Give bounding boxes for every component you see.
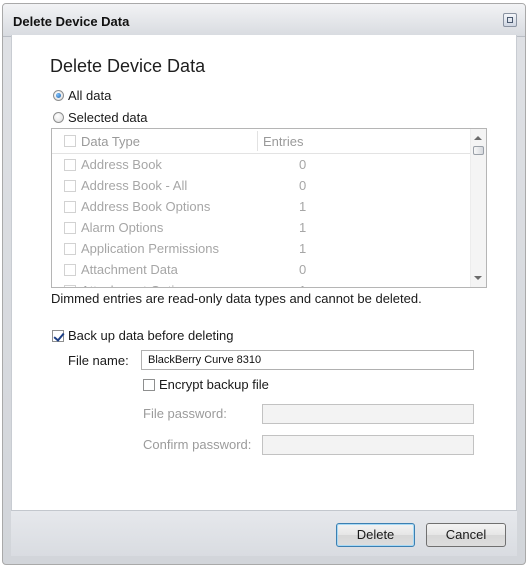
encrypt-checkbox-label: Encrypt backup file	[159, 377, 269, 392]
scroll-down-icon[interactable]	[474, 276, 482, 280]
entries-count: 0	[299, 157, 307, 172]
row-checkbox	[64, 243, 76, 255]
window-title: Delete Device Data	[13, 14, 130, 29]
column-divider	[257, 131, 258, 151]
data-type-name: Address Book Options	[81, 199, 211, 214]
data-type-name: Address Book - All	[81, 178, 188, 193]
list-header: Data Type Entries	[52, 129, 472, 154]
all-data-label: All data	[68, 88, 112, 103]
list-item: Alarm Options 1	[52, 218, 472, 239]
data-type-name: Address Book	[81, 157, 162, 172]
list-scrollbar[interactable]	[470, 129, 486, 287]
file-name-field[interactable]: BlackBerry Curve 8310	[141, 350, 474, 370]
entries-count: 1	[299, 199, 307, 214]
data-type-name: Alarm Options	[81, 220, 164, 235]
file-password-field[interactable]	[262, 404, 474, 424]
row-checkbox	[64, 201, 76, 213]
confirm-password-label: Confirm password:	[143, 437, 252, 452]
list-item: Application Permissions 1	[52, 239, 472, 260]
list-item: Attachment Options 1	[52, 281, 472, 287]
all-data-radio[interactable]: All data	[53, 88, 111, 103]
radio-unselected-icon[interactable]	[53, 112, 64, 123]
list-item: Address Book - All 0	[52, 176, 472, 197]
file-password-label: File password:	[143, 406, 227, 421]
entries-count: 1	[299, 220, 307, 235]
entries-count: 1	[299, 283, 306, 287]
delete-button[interactable]: Delete	[336, 523, 415, 547]
row-checkbox	[64, 285, 76, 287]
column-header-entries[interactable]: Entries	[263, 134, 303, 149]
checkbox-checked-icon[interactable]	[52, 329, 64, 342]
confirm-password-field[interactable]	[262, 435, 474, 455]
cancel-button[interactable]: Cancel	[426, 523, 506, 547]
file-name-label: File name:	[68, 353, 129, 368]
entries-count: 0	[299, 262, 307, 277]
column-header-data-type[interactable]: Data Type	[81, 134, 140, 149]
selected-data-radio[interactable]: Selected data	[53, 110, 148, 125]
backup-checkbox[interactable]: Back up data before deleting	[52, 328, 234, 343]
scroll-up-icon[interactable]	[474, 136, 482, 140]
select-all-checkbox[interactable]	[64, 135, 76, 147]
radio-selected-icon[interactable]	[53, 90, 64, 101]
row-checkbox	[64, 264, 76, 276]
data-type-name: Application Permissions	[81, 241, 220, 256]
encrypt-checkbox[interactable]: Encrypt backup file	[143, 377, 269, 392]
data-type-name: Attachment Options	[81, 283, 195, 287]
entries-count: 0	[299, 178, 307, 193]
read-only-note: Dimmed entries are read-only data types …	[51, 291, 422, 306]
row-checkbox	[64, 159, 76, 171]
title-bar[interactable]: Delete Device Data	[3, 4, 525, 37]
restore-icon[interactable]	[503, 13, 517, 27]
page-title: Delete Device Data	[50, 56, 206, 76]
entries-count: 1	[299, 241, 307, 256]
selected-data-label: Selected data	[68, 110, 148, 125]
data-type-name: Attachment Data	[81, 262, 178, 277]
backup-checkbox-label: Back up data before deleting	[68, 328, 234, 343]
list-item: Address Book 0	[52, 155, 472, 176]
scroll-thumb[interactable]	[473, 146, 484, 155]
data-type-list[interactable]: Data Type Entries Address Book 0 Address…	[51, 128, 487, 288]
row-checkbox	[64, 222, 76, 234]
list-item: Attachment Data 0	[52, 260, 472, 281]
checkbox-unchecked-icon[interactable]	[143, 378, 155, 391]
row-checkbox	[64, 180, 76, 192]
list-item: Address Book Options 1	[52, 197, 472, 218]
